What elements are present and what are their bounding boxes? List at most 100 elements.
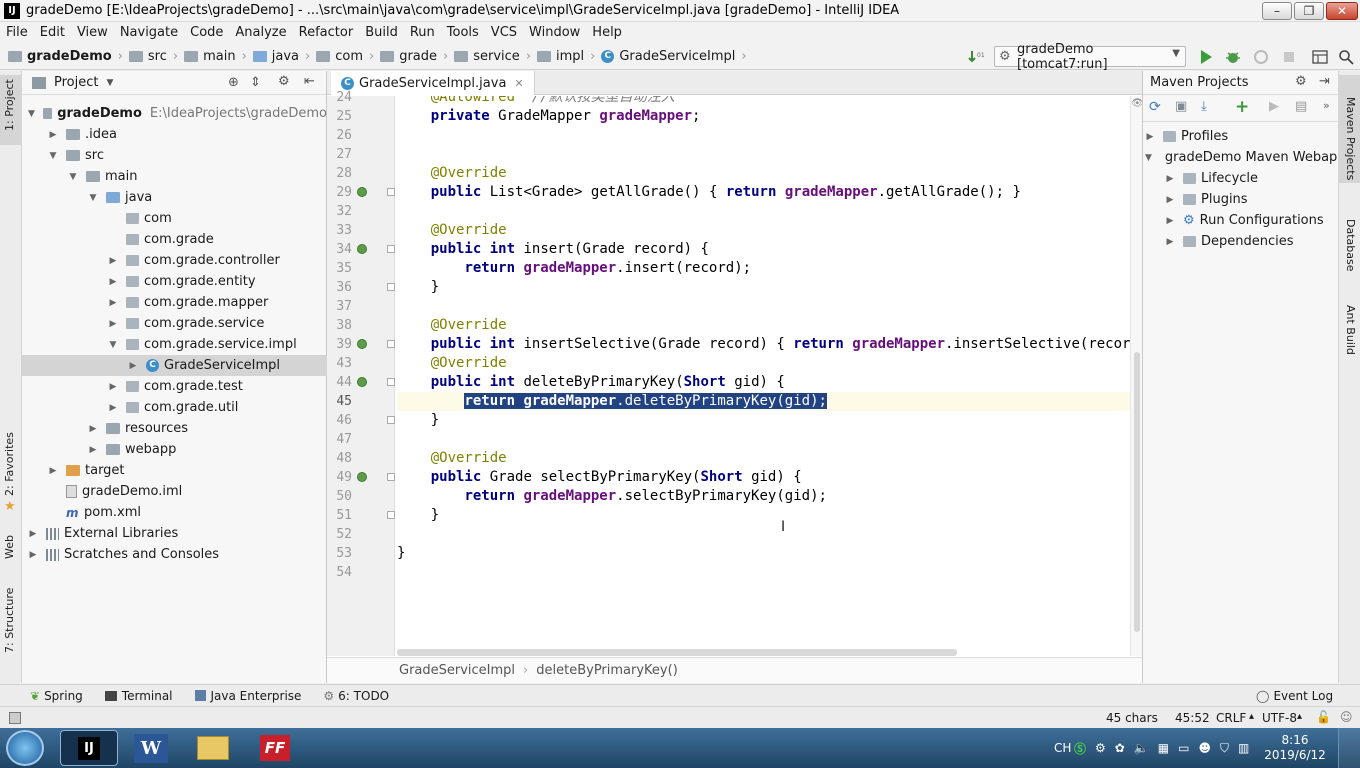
gear-icon[interactable]: ⚙	[1295, 74, 1307, 89]
gear-icon[interactable]: ⚙	[278, 74, 290, 89]
fold-marker-icon[interactable]	[387, 378, 395, 386]
menu-tools[interactable]: Tools	[441, 25, 485, 40]
fold-marker-icon[interactable]	[387, 416, 395, 424]
generate-sources-icon[interactable]: ▣	[1175, 99, 1187, 114]
minimize-button[interactable]: –	[1262, 2, 1292, 20]
tool-window-toggle-icon[interactable]	[9, 712, 21, 724]
tree-item[interactable]: ▼ src	[22, 145, 327, 166]
tree-item[interactable]: ▶ com.grade.mapper	[22, 292, 327, 313]
breadcrumb-item[interactable]: grade ›	[380, 49, 448, 64]
taskbar-word[interactable]: W	[122, 730, 180, 766]
language-indicator[interactable]: CH	[1054, 728, 1071, 768]
start-button[interactable]	[6, 730, 44, 766]
chevron-down-icon[interactable]: ▼	[88, 193, 98, 203]
maven-stripe-label[interactable]: Maven Projects	[1344, 97, 1357, 180]
maven-tree-item[interactable]: ▶ Profiles	[1143, 126, 1339, 147]
breadcrumb-item[interactable]: src ›	[128, 49, 178, 64]
chevron-right-icon[interactable]: ▶	[128, 361, 138, 371]
tree-item[interactable]: ▶ resources	[22, 418, 327, 439]
chevron-down-icon[interactable]: ▼	[48, 151, 58, 161]
editor-tab[interactable]: C GradeServiceImpl.java ✕	[331, 71, 535, 95]
maven-tree-item[interactable]: ▶ Plugins	[1143, 189, 1339, 210]
project-structure-icon[interactable]	[1312, 49, 1328, 65]
tree-item[interactable]: com	[22, 208, 327, 229]
run-maven-icon[interactable]: ▶	[1269, 99, 1279, 114]
chevron-down-icon[interactable]: ▼	[108, 340, 118, 350]
chevron-right-icon[interactable]: ▶	[88, 445, 98, 455]
chevron-down-icon[interactable]: ▼	[68, 172, 78, 182]
fold-marker-icon[interactable]	[387, 340, 395, 348]
database-stripe-label[interactable]: Database	[1344, 219, 1357, 272]
maven-tree-item[interactable]: ▶ ⚙ Run Configurations	[1143, 210, 1339, 231]
breadcrumb-item[interactable]: C GradeServiceImpl ›	[601, 49, 747, 64]
todo-tool-button[interactable]: ⚙ 6: TODO	[323, 689, 389, 703]
tree-item[interactable]: ▼ java	[22, 187, 327, 208]
tree-item[interactable]: ▶ com.grade.test	[22, 376, 327, 397]
breadcrumb-item[interactable]: gradeDemo ›	[8, 49, 123, 64]
tree-item[interactable]: ▶ com.grade.controller	[22, 250, 327, 271]
taskbar-intellij[interactable]: IJ	[60, 730, 118, 766]
tray-chat-icon[interactable]: ☻	[1198, 741, 1211, 755]
chevron-right-icon[interactable]: ▶	[108, 382, 118, 392]
menu-run[interactable]: Run	[404, 25, 441, 40]
chevron-down-icon[interactable]: ▼	[28, 109, 35, 119]
editor-scrollbar[interactable]: 👁	[1130, 96, 1144, 656]
tree-item[interactable]: com.grade	[22, 229, 327, 250]
chevron-right-icon[interactable]: ▶	[48, 466, 58, 476]
fold-marker-icon[interactable]	[387, 283, 395, 291]
chevron-right-icon[interactable]: ▶	[108, 403, 118, 413]
file-encoding[interactable]: UTF-8	[1262, 711, 1297, 725]
hide-panel-icon[interactable]: ⇤	[304, 74, 315, 89]
add-icon[interactable]: +	[1235, 97, 1249, 117]
chevron-right-icon[interactable]: ▶	[108, 319, 118, 329]
maximize-button[interactable]: ❐	[1294, 2, 1324, 20]
java-enterprise-tool-button[interactable]: Java Enterprise	[194, 689, 301, 703]
implements-method-icon[interactable]	[357, 339, 367, 349]
event-log-button[interactable]: ◯ Event Log	[1256, 689, 1333, 703]
lock-icon[interactable]: 🔓	[1316, 710, 1331, 724]
scrollbar-thumb[interactable]	[1134, 352, 1140, 632]
implements-method-icon[interactable]	[357, 472, 367, 482]
tree-item[interactable]: ▶ webapp	[22, 439, 327, 460]
implements-method-icon[interactable]	[357, 244, 367, 254]
tree-item[interactable]: ▼ gradeDemo E:\IdeaProjects\gradeDemo	[22, 103, 327, 124]
reimport-icon[interactable]: ⟳	[1149, 99, 1161, 115]
implements-method-icon[interactable]	[357, 377, 367, 387]
line-separator[interactable]: CRLF	[1216, 711, 1246, 725]
breadcrumb-item[interactable]: service ›	[454, 49, 531, 64]
volume-icon[interactable]: 🔈	[1134, 741, 1149, 755]
menu-navigate[interactable]: Navigate	[114, 25, 184, 40]
show-desktop-button[interactable]	[1338, 728, 1360, 768]
breadcrumb-item[interactable]: com ›	[316, 49, 374, 64]
tree-item[interactable]: ▶ com.grade.util	[22, 397, 327, 418]
maven-tree-item[interactable]: ▼ gradeDemo Maven Webapp	[1143, 147, 1346, 168]
fold-marker-icon[interactable]	[387, 511, 395, 519]
chevron-right-icon[interactable]: ▶	[108, 277, 118, 287]
fold-marker-icon[interactable]	[387, 473, 395, 481]
chevron-right-icon[interactable]: ▶	[108, 256, 118, 266]
tree-item[interactable]: ▶ Scratches and Consoles	[22, 544, 327, 565]
chevron-right-icon[interactable]: ▶	[28, 550, 38, 560]
terminal-tool-button[interactable]: Terminal	[104, 689, 173, 703]
debug-icon[interactable]	[1225, 49, 1241, 65]
stop-icon[interactable]	[1281, 49, 1297, 65]
chevron-right-icon[interactable]: ▶	[88, 424, 98, 434]
breadcrumb-item[interactable]: impl ›	[537, 49, 595, 64]
tray-flag-icon[interactable]: ✿	[1115, 741, 1125, 755]
close-tab-icon[interactable]: ✕	[514, 77, 523, 90]
caret-position[interactable]: 45:52	[1175, 711, 1210, 725]
chevron-right-icon[interactable]: ▶	[28, 529, 38, 539]
tree-item[interactable]: gradeDemo.iml	[22, 481, 327, 502]
more-icon[interactable]: »	[1323, 99, 1330, 112]
chevron-right-icon[interactable]: ▶	[108, 298, 118, 308]
tree-item[interactable]: ▶ target	[22, 460, 327, 481]
menu-code[interactable]: Code	[184, 25, 229, 40]
run-icon[interactable]	[1198, 49, 1214, 65]
chevron-right-icon[interactable]: ▶	[48, 130, 58, 140]
network-icon[interactable]: ▦	[1158, 741, 1169, 755]
tree-item[interactable]: ▼ com.grade.service.impl	[22, 334, 327, 355]
implements-method-icon[interactable]	[357, 187, 367, 197]
menu-help[interactable]: Help	[586, 25, 628, 40]
tree-item[interactable]: m pom.xml	[22, 502, 327, 523]
taskbar-explorer[interactable]	[184, 730, 242, 766]
